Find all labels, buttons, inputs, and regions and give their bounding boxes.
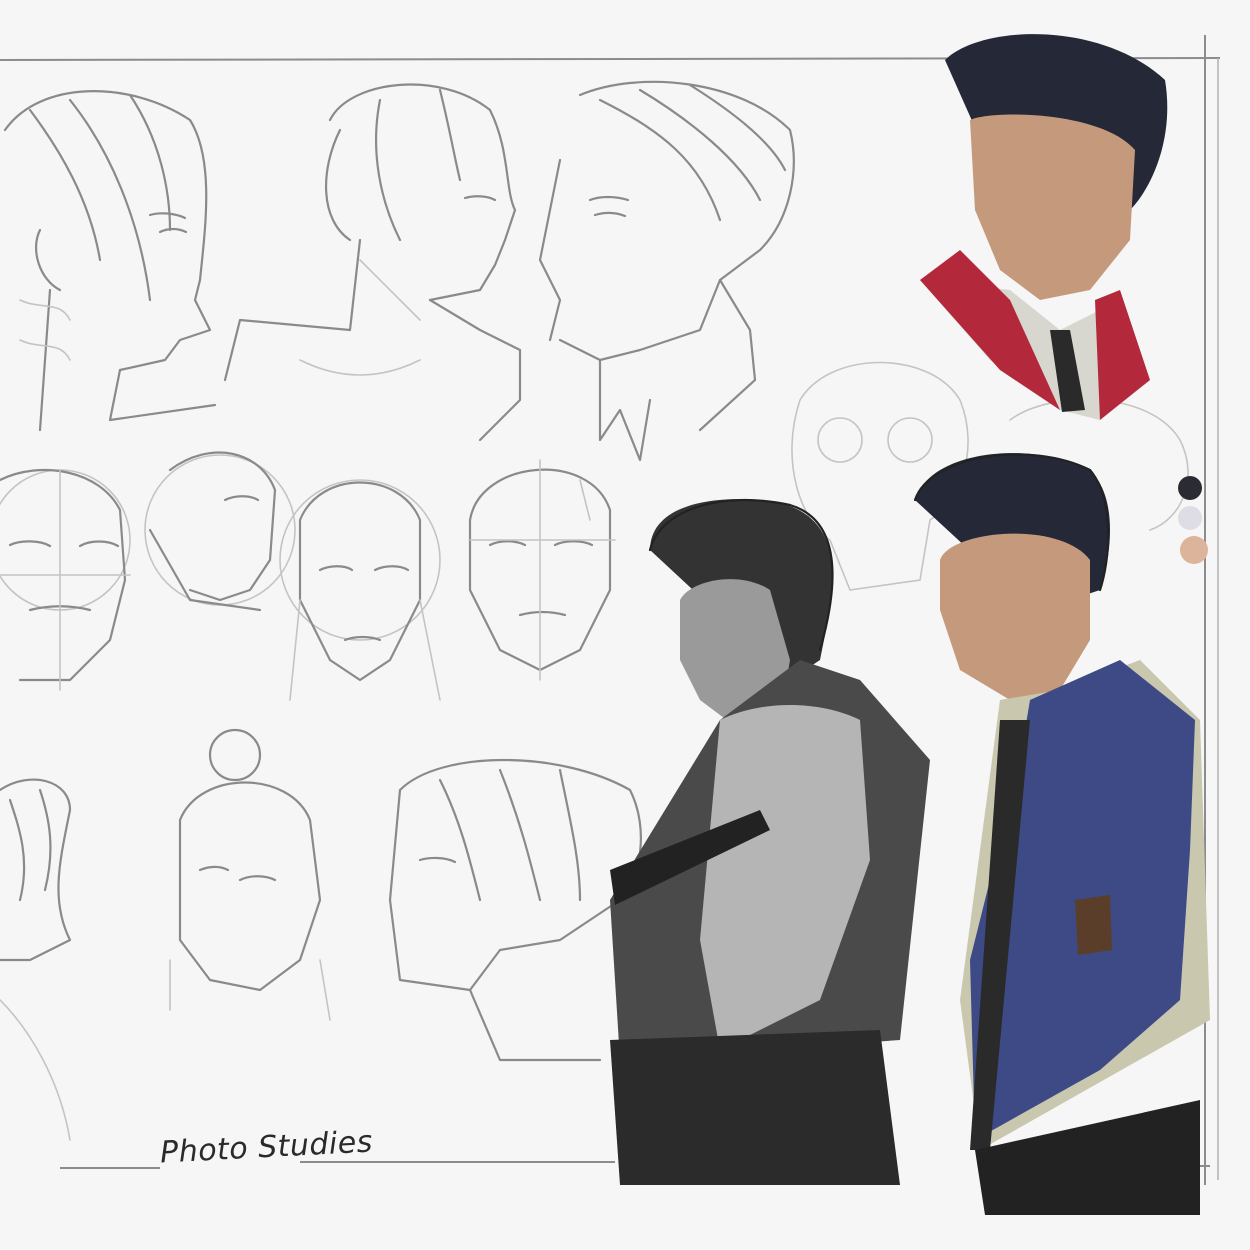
art-sheet: Photo Studies	[0, 0, 1250, 1250]
color-figure	[913, 453, 1210, 1215]
sketch-head-9	[169, 728, 331, 1021]
greyscale-figure	[610, 498, 930, 1185]
sketch-head-7	[468, 459, 616, 681]
palette	[1178, 476, 1208, 564]
sketch-head-10	[388, 759, 642, 1062]
artwork-canvas	[0, 34, 1221, 1215]
swatch-light	[1178, 506, 1202, 530]
portrait-bust	[920, 34, 1168, 420]
sketch-head-5	[144, 451, 296, 612]
sketch-head-8	[0, 778, 72, 1141]
sketch-head-3	[538, 80, 795, 462]
sketch-head-6	[279, 479, 441, 701]
swatch-dark	[1178, 476, 1202, 500]
sketch-head-4	[0, 468, 131, 691]
sketch-head-2	[223, 83, 522, 442]
sketch-head-1	[3, 90, 217, 432]
swatch-skin	[1180, 536, 1208, 564]
